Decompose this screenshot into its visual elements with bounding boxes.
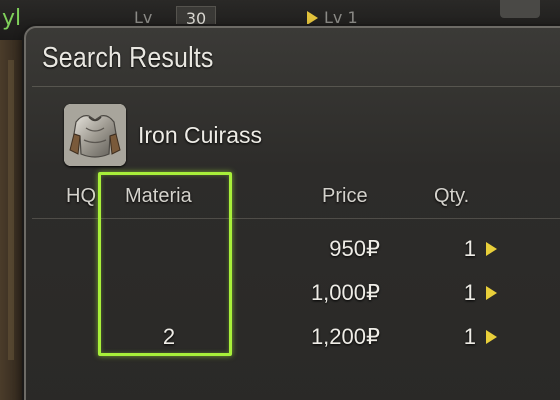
purchase-arrow-icon[interactable]	[486, 330, 497, 344]
background-level-right-label: Lv 1	[324, 8, 358, 27]
listing-row[interactable]: 950₽ 1	[26, 228, 560, 272]
header-divider	[32, 218, 560, 219]
title-divider	[32, 86, 560, 87]
search-results-window: Search Results Iron Cuirass HQ Materia P…	[24, 26, 560, 400]
column-header-hq: HQ	[66, 185, 96, 207]
listing-quantity: 1	[463, 324, 476, 349]
listing-price: 1,200₽	[310, 324, 380, 349]
background-arrow-icon[interactable]	[307, 11, 318, 25]
column-header-qty: Qty.	[434, 185, 470, 207]
column-header-materia: Materia	[125, 185, 192, 207]
purchase-arrow-icon[interactable]	[486, 286, 497, 300]
item-name: Iron Cuirass	[138, 122, 262, 148]
column-header-price: Price	[322, 185, 368, 207]
listing-quantity: 1	[463, 280, 476, 305]
listing-quantity: 1	[463, 236, 476, 261]
window-title: Search Results	[42, 42, 214, 74]
listing-materia: 2	[162, 324, 176, 349]
game-screen: yl Lv 30 Lv 1 Search Results Iron Cuiras…	[0, 0, 560, 400]
listing-price: 950₽	[329, 236, 380, 261]
listing-price: 1,000₽	[310, 280, 380, 305]
background-window-text: yl	[2, 6, 22, 31]
iron-cuirass-icon[interactable]	[64, 104, 126, 166]
background-icon-button[interactable]	[500, 0, 540, 18]
background-window-edge	[0, 40, 26, 400]
listing-row[interactable]: 1,000₽ 1	[26, 272, 560, 316]
purchase-arrow-icon[interactable]	[486, 242, 497, 256]
listing-row[interactable]: 2 1,200₽ 1	[26, 316, 560, 360]
background-level-label: Lv	[134, 8, 153, 27]
